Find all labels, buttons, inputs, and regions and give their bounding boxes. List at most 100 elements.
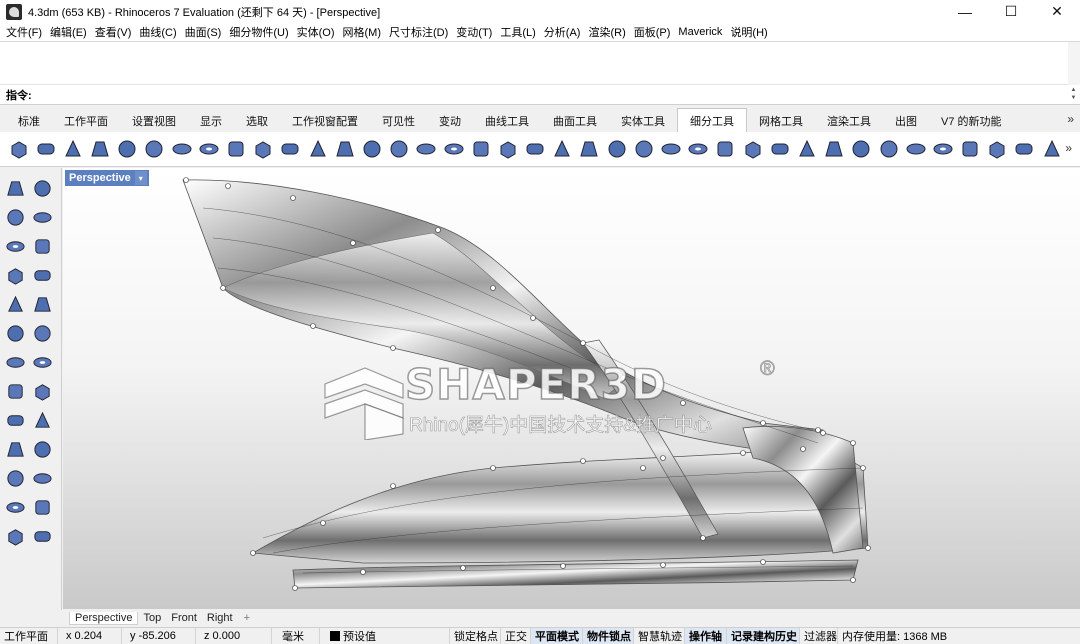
tab-item[interactable]: 实体工具 xyxy=(609,110,677,132)
viewport-title[interactable]: Perspective ▾ xyxy=(65,170,149,186)
add-viewport-tab-button[interactable]: + xyxy=(238,612,256,624)
sidebar-plane-icon[interactable] xyxy=(30,176,54,200)
subd-weld-icon[interactable] xyxy=(740,137,765,162)
tab-item[interactable]: 设置视图 xyxy=(120,110,188,132)
subd-branch-icon[interactable] xyxy=(332,137,357,162)
subd-multipipe-icon[interactable] xyxy=(251,137,276,162)
subd-ellipsoid-icon[interactable] xyxy=(169,137,194,162)
viewport-tab[interactable]: Perspective xyxy=(69,611,139,625)
subd-drum-icon[interactable] xyxy=(115,137,140,162)
status-history[interactable]: 记录建构历史 xyxy=(727,627,800,644)
array-grid-icon[interactable] xyxy=(3,466,27,490)
tab-item[interactable]: 工作视窗配置 xyxy=(280,110,370,132)
subd-sphere-icon[interactable] xyxy=(142,137,167,162)
status-cplane[interactable]: 工作平面 xyxy=(0,627,58,644)
rotate-curve-icon[interactable] xyxy=(3,321,27,345)
layer-stack-icon[interactable] xyxy=(3,205,27,229)
tab-item[interactable]: 工作平面 xyxy=(52,110,120,132)
status-layer[interactable]: 预设值 xyxy=(320,627,450,644)
select-pointer-icon[interactable] xyxy=(3,176,27,200)
surface-from-points-icon[interactable] xyxy=(30,234,54,258)
align-icon[interactable] xyxy=(3,408,27,432)
menu-item[interactable]: 文件(F) xyxy=(2,24,46,40)
status-osnap[interactable]: 物件锁点 xyxy=(583,627,634,644)
array-polar-icon[interactable] xyxy=(30,466,54,490)
menu-item[interactable]: 尺寸标注(D) xyxy=(385,24,452,40)
minimize-button[interactable]: — xyxy=(942,0,988,23)
group-icon[interactable] xyxy=(30,437,54,461)
status-unit[interactable]: 毫米 xyxy=(272,627,320,644)
command-input[interactable] xyxy=(35,88,1036,101)
subd-repair-icon[interactable] xyxy=(1012,137,1037,162)
subd-insert-edge-icon[interactable] xyxy=(631,137,656,162)
lock-icon[interactable] xyxy=(3,524,27,548)
menu-item[interactable]: 工具(L) xyxy=(496,24,539,40)
arc-sweep-icon[interactable] xyxy=(30,292,54,316)
subd-truncated-cone-icon[interactable] xyxy=(88,137,113,162)
tab-item[interactable]: 标准 xyxy=(6,110,52,132)
bounding-box-icon[interactable] xyxy=(3,379,27,403)
subd-loft-icon[interactable] xyxy=(305,137,330,162)
subd-sweep2-icon[interactable] xyxy=(387,137,412,162)
command-history[interactable] xyxy=(0,41,1080,86)
menu-item[interactable]: 实体(O) xyxy=(293,24,339,40)
subd-append-icon[interactable] xyxy=(822,137,847,162)
status-filter[interactable]: 过滤器 xyxy=(800,627,838,644)
menu-item[interactable]: 曲线(C) xyxy=(135,24,180,40)
subd-slide-icon[interactable] xyxy=(767,137,792,162)
status-smarttrack[interactable]: 智慧轨迹 xyxy=(634,627,685,644)
menu-item[interactable]: 曲面(S) xyxy=(181,24,226,40)
stair-icon[interactable] xyxy=(3,495,27,519)
shell-icon[interactable] xyxy=(3,350,27,374)
subd-cylinder-icon[interactable] xyxy=(33,137,58,162)
tab-item[interactable]: 显示 xyxy=(188,110,234,132)
unlock-icon[interactable] xyxy=(30,524,54,548)
menu-item[interactable]: 细分物件(U) xyxy=(225,24,292,40)
subd-properties-icon[interactable] xyxy=(985,137,1010,162)
gumball-move-icon[interactable] xyxy=(30,495,54,519)
menu-item[interactable]: 网格(M) xyxy=(339,24,386,40)
shear-icon[interactable] xyxy=(30,408,54,432)
subd-mesh-icon[interactable] xyxy=(659,137,684,162)
status-ortho[interactable]: 正交 xyxy=(501,627,531,644)
explode-icon[interactable] xyxy=(3,263,27,287)
subd-to-nurbs-icon[interactable] xyxy=(903,137,928,162)
subd-thicken-icon[interactable] xyxy=(876,137,901,162)
subd-1-2-icon[interactable] xyxy=(278,137,303,162)
subd-display-toggle-icon[interactable] xyxy=(958,137,983,162)
tab-item[interactable]: 变动 xyxy=(427,110,473,132)
tab-item[interactable]: 曲线工具 xyxy=(473,110,541,132)
subd-crease-icon[interactable] xyxy=(550,137,575,162)
subd-offset-icon[interactable] xyxy=(849,137,874,162)
subd-torus-icon[interactable] xyxy=(196,137,221,162)
subd-cube-icon[interactable] xyxy=(224,137,249,162)
viewport-menu-arrow[interactable]: ▾ xyxy=(134,171,147,185)
blend-curve-icon[interactable] xyxy=(30,321,54,345)
viewport-tab[interactable]: Right xyxy=(202,612,238,624)
menu-item[interactable]: 说明(H) xyxy=(726,24,771,40)
tab-item[interactable]: 曲面工具 xyxy=(541,110,609,132)
tab-item[interactable]: 可见性 xyxy=(370,110,427,132)
wave-curve-icon[interactable] xyxy=(3,234,27,258)
subd-pipe-icon[interactable] xyxy=(441,137,466,162)
tab-item[interactable]: 出图 xyxy=(883,110,929,132)
menu-item[interactable]: 分析(A) xyxy=(540,24,585,40)
tab-item[interactable]: 网格工具 xyxy=(747,110,815,132)
close-button[interactable]: ✕ xyxy=(1034,0,1080,23)
menu-item[interactable]: 变动(T) xyxy=(452,24,496,40)
subd-box-icon[interactable] xyxy=(6,137,31,162)
extrude-surface-icon[interactable] xyxy=(3,292,27,316)
subd-stitch-icon[interactable] xyxy=(713,137,738,162)
subd-extrude-icon[interactable] xyxy=(468,137,493,162)
toolbar-overflow-button[interactable]: » xyxy=(1065,141,1072,155)
subd-quadremesh-icon[interactable] xyxy=(930,137,955,162)
viewport-tab[interactable]: Front xyxy=(166,612,202,624)
perspective-viewport[interactable]: Perspective ▾ SHAPER3D ® Rhino(犀牛)中国技术支持… xyxy=(63,168,1080,609)
command-history-scrollbar[interactable] xyxy=(1068,42,1080,86)
subd-cone-icon[interactable] xyxy=(60,137,85,162)
menu-item[interactable]: 编辑(E) xyxy=(46,24,91,40)
rhino-app-icon[interactable] xyxy=(6,3,22,20)
tab-item[interactable]: 渲染工具 xyxy=(815,110,883,132)
subd-sweep1-icon[interactable] xyxy=(359,137,384,162)
viewport-tab[interactable]: Top xyxy=(138,612,166,624)
